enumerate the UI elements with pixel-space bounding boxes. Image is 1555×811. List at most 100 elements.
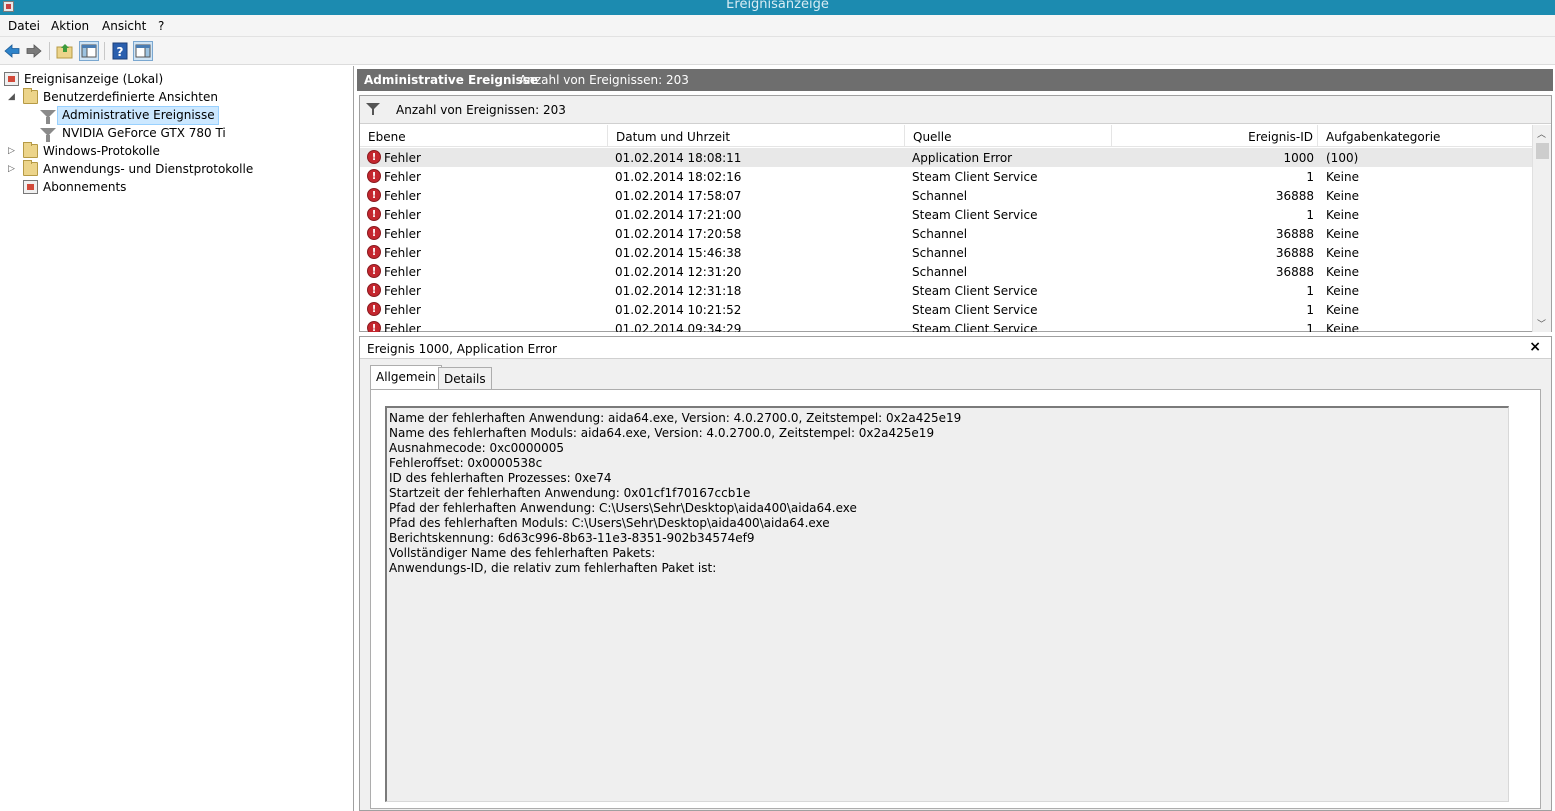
menu-datei[interactable]: Datei [8,19,40,33]
close-icon[interactable]: × [1529,339,1541,355]
show-hide-action-pane-icon[interactable] [133,41,153,61]
tree-label: NVIDIA GeForce GTX 780 Ti [62,126,226,140]
cell-level: Fehler [384,246,421,260]
events-list-pane: Anzahl von Ereignissen: 203 Ebene Datum … [359,95,1552,332]
expand-arrow-icon[interactable]: ▷ [8,164,16,174]
scroll-up-icon[interactable]: ︿ [1537,127,1546,140]
view-event-count: Anzahl von Ereignissen: 203 [519,73,689,87]
column-header-datetime[interactable]: Datum und Uhrzeit [608,125,905,147]
table-row[interactable]: ! Fehler 01.02.2014 17:21:00 Steam Client S… [360,205,1532,224]
collapse-arrow-icon[interactable]: ◢ [8,92,16,102]
folder-icon [23,88,38,104]
help-icon[interactable]: ? [111,42,129,60]
view-header: Administrative Ereignisse Anzahl von Ere… [357,69,1553,91]
events-table-header: Ebene Datum und Uhrzeit Quelle Ereignis-… [360,125,1532,147]
cell-event-id: 1000 [1283,151,1314,165]
cell-source: Steam Client Service [912,170,1038,184]
tab-allgemein[interactable]: Allgemein [370,365,442,390]
description-line: Ausnahmecode: 0xc0000005 [389,441,565,455]
cell-event-id: 1 [1306,303,1314,317]
column-header-source[interactable]: Quelle [905,125,1112,147]
back-icon[interactable] [3,42,21,60]
toolbar-separator [104,42,105,60]
description-line: ID des fehlerhaften Prozesses: 0xe74 [389,471,612,485]
cell-source: Schannel [912,246,968,260]
detail-title: Ereignis 1000, Application Error [367,342,557,356]
table-row[interactable]: ! Fehler 01.02.2014 09:34:29 Steam Client S… [360,319,1532,332]
event-description[interactable]: Name der fehlerhaften Anwendung: aida64.… [385,406,1509,802]
cell-task-category: Keine [1326,246,1359,260]
cell-source: Steam Client Service [912,322,1038,332]
forward-icon[interactable] [25,42,43,60]
show-hide-tree-icon[interactable] [79,41,99,61]
filter-icon [40,128,56,142]
table-row[interactable]: ! Fehler 01.02.2014 12:31:20 Schannel 36888 K… [360,262,1532,281]
table-row[interactable]: ! Fehler 01.02.2014 17:58:07 Schannel 36888 K… [360,186,1532,205]
description-line: Berichtskennung: 6d63c996-8b63-11e3-8351… [389,531,755,545]
toolbar-separator [49,42,50,60]
cell-task-category: Keine [1326,284,1359,298]
error-icon: ! [367,150,381,164]
error-icon: ! [367,283,381,297]
filter-count: Anzahl von Ereignissen: 203 [396,103,566,117]
cell-datetime: 01.02.2014 12:31:18 [615,284,742,298]
error-icon: ! [367,321,381,332]
column-header-level[interactable]: Ebene [360,125,608,147]
cell-event-id: 36888 [1275,246,1314,260]
view-title: Administrative Ereignisse [364,73,539,87]
filter-icon[interactable] [366,103,380,115]
tree-item-nvidia[interactable]: NVIDIA GeForce GTX 780 Ti [39,124,239,142]
tree-item-app-service-logs[interactable]: ▷ Anwendungs- und Dienstprotokolle [8,160,308,178]
table-row[interactable]: ! Fehler 01.02.2014 17:20:58 Schannel 36888 K… [360,224,1532,243]
table-row[interactable]: ! Fehler 01.02.2014 18:08:11 Application Er… [360,148,1532,167]
column-header-event-id[interactable]: Ereignis-ID [1112,125,1318,147]
table-row[interactable]: ! Fehler 01.02.2014 12:31:18 Steam Client S… [360,281,1532,300]
tree-label: Windows-Protokolle [43,144,160,158]
description-line: Name der fehlerhaften Anwendung: aida64.… [389,411,962,425]
expand-arrow-icon[interactable]: ▷ [8,146,16,156]
menu-help[interactable]: ? [158,19,164,33]
tree-item-root[interactable]: Ereignisanzeige (Lokal) [4,70,304,88]
scrollbar-thumb[interactable] [1536,143,1549,159]
error-icon: ! [367,245,381,259]
cell-level: Fehler [384,265,421,279]
cell-datetime: 01.02.2014 18:08:11 [615,151,742,165]
window-title: Ereignisanzeige [726,0,829,12]
scroll-down-icon[interactable]: ﹀ [1537,317,1546,330]
cell-datetime: 01.02.2014 12:31:20 [615,265,742,279]
menu-bar: Datei Aktion Ansicht ? [0,15,1555,37]
cell-datetime: 01.02.2014 17:20:58 [615,227,742,241]
tree-item-admin-events[interactable]: Administrative Ereignisse [39,106,219,125]
description-line: Name des fehlerhaften Moduls: aida64.exe… [389,426,935,440]
up-folder-icon[interactable] [56,42,74,60]
svg-text:?: ? [117,45,124,59]
events-scrollbar[interactable]: ︿ ﹀ [1532,125,1551,332]
table-row[interactable]: ! Fehler 01.02.2014 10:21:52 Steam Client S… [360,300,1532,319]
cell-datetime: 01.02.2014 09:34:29 [615,322,742,332]
event-detail-pane: Ereignis 1000, Application Error × Allge… [359,336,1552,811]
tree-label: Anwendungs- und Dienstprotokolle [43,162,254,176]
cell-source: Schannel [912,227,968,241]
tree-item-subscriptions[interactable]: Abonnements [8,178,308,196]
tab-details[interactable]: Details [438,367,492,389]
cell-source: Schannel [912,189,968,203]
description-line: Vollständiger Name des fehlerhaften Pake… [389,546,656,560]
cell-event-id: 1 [1306,170,1314,184]
cell-event-id: 1 [1306,322,1314,332]
description-line: Startzeit der fehlerhaften Anwendung: 0x… [389,486,751,500]
column-header-task-category[interactable]: Aufgabenkategorie [1318,125,1532,147]
navigation-tree: Ereignisanzeige (Lokal) ◢ Benutzerdefini… [0,66,354,811]
menu-aktion[interactable]: Aktion [51,19,89,33]
tree-label: Benutzerdefinierte Ansichten [43,90,218,104]
menu-ansicht[interactable]: Ansicht [102,19,146,33]
cell-source: Application Error [912,151,1013,165]
error-icon: ! [367,302,381,316]
cell-source: Steam Client Service [912,284,1038,298]
tree-item-custom-views[interactable]: ◢ Benutzerdefinierte Ansichten [8,88,308,106]
error-icon: ! [367,188,381,202]
cell-task-category: (100) [1326,151,1359,165]
tree-label: Administrative Ereignisse [57,106,219,125]
table-row[interactable]: ! Fehler 01.02.2014 18:02:16 Steam Client S… [360,167,1532,186]
table-row[interactable]: ! Fehler 01.02.2014 15:46:38 Schannel 36888 K… [360,243,1532,262]
tree-item-windows-logs[interactable]: ▷ Windows-Protokolle [8,142,308,160]
